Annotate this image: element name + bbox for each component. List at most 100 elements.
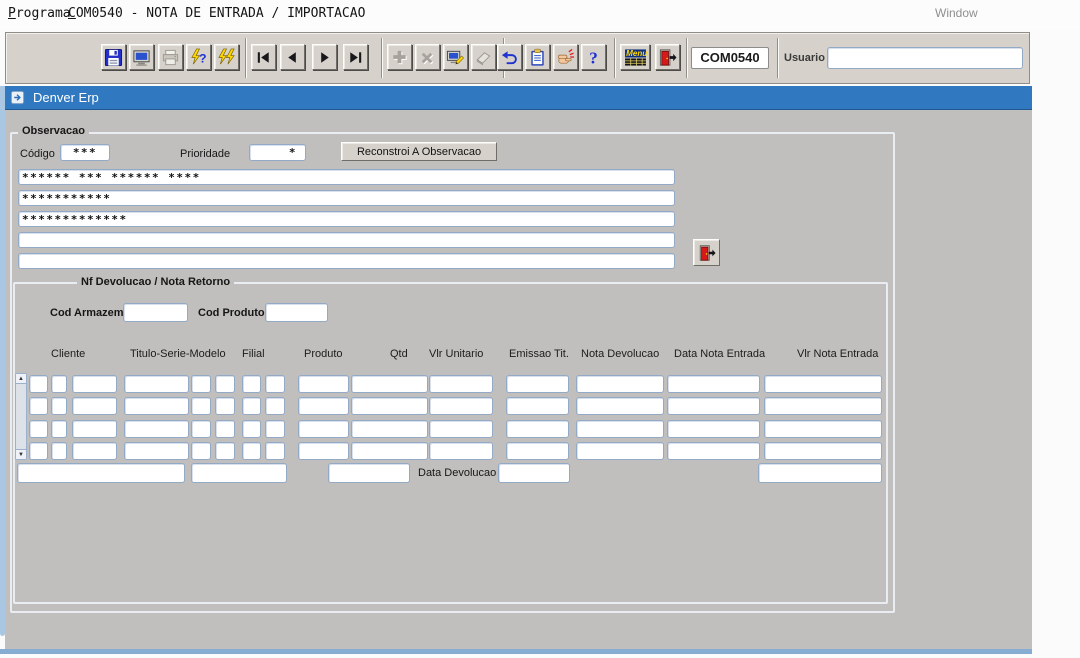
grid-cell-r4-c14[interactable] <box>667 442 760 460</box>
grid-cell-r4-c9[interactable] <box>298 442 349 460</box>
observacao-line-2[interactable] <box>18 190 675 206</box>
undo-button[interactable] <box>497 44 522 70</box>
grid-cell-r3-c11[interactable] <box>429 420 493 438</box>
grid-cell-r4-c3[interactable] <box>72 442 117 460</box>
grid-cell-r4-c5[interactable] <box>191 442 211 460</box>
insert-record-button[interactable] <box>387 44 412 70</box>
first-record-button[interactable] <box>251 44 276 70</box>
next-record-button[interactable] <box>312 44 337 70</box>
grid-cell-r4-c2[interactable] <box>51 442 67 460</box>
grid-cell-r3-c10[interactable] <box>351 420 428 438</box>
grid-cell-r1-c15[interactable] <box>764 375 882 393</box>
reconstroi-observacao-button[interactable]: Reconstroi A Observacao <box>341 142 497 161</box>
menu-button[interactable]: Menu <box>620 44 650 70</box>
grid-cell-r3-c15[interactable] <box>764 420 882 438</box>
menu-programa[interactable]: Programa <box>8 6 71 21</box>
grid-cell-r1-c5[interactable] <box>191 375 211 393</box>
observacao-line-5[interactable] <box>18 253 675 269</box>
footer-field-5[interactable] <box>758 463 882 483</box>
grid-cell-r4-c13[interactable] <box>576 442 664 460</box>
grid-cell-r3-c2[interactable] <box>51 420 67 438</box>
grid-cell-r2-c9[interactable] <box>298 397 349 415</box>
grid-cell-r1-c11[interactable] <box>429 375 493 393</box>
grid-cell-r4-c10[interactable] <box>351 442 428 460</box>
grid-cell-r4-c1[interactable] <box>29 442 48 460</box>
footer-field-1[interactable] <box>17 463 185 483</box>
grid-cell-r4-c8[interactable] <box>265 442 285 460</box>
grid-scrollbar[interactable]: ▲ ▼ <box>15 373 27 460</box>
last-record-button[interactable] <box>343 44 368 70</box>
grid-cell-r1-c10[interactable] <box>351 375 428 393</box>
grid-cell-r3-c4[interactable] <box>124 420 189 438</box>
grid-cell-r1-c6[interactable] <box>215 375 235 393</box>
grid-cell-r1-c2[interactable] <box>51 375 67 393</box>
save-button[interactable] <box>101 44 126 70</box>
observacao-exit-button[interactable] <box>693 239 720 266</box>
grid-cell-r3-c9[interactable] <box>298 420 349 438</box>
grid-cell-r2-c11[interactable] <box>429 397 493 415</box>
footer-field-3[interactable] <box>328 463 410 483</box>
grid-cell-r1-c4[interactable] <box>124 375 189 393</box>
observacao-line-3[interactable] <box>18 211 675 227</box>
grid-cell-r1-c8[interactable] <box>265 375 285 393</box>
grid-cell-r3-c6[interactable] <box>215 420 235 438</box>
grid-cell-r2-c4[interactable] <box>124 397 189 415</box>
menu-window[interactable]: Window <box>935 6 978 20</box>
grid-cell-r3-c12[interactable] <box>506 420 569 438</box>
grid-cell-r3-c7[interactable] <box>242 420 261 438</box>
grid-cell-r4-c15[interactable] <box>764 442 882 460</box>
grid-cell-r4-c7[interactable] <box>242 442 261 460</box>
print-button[interactable] <box>158 44 183 70</box>
codigo-input[interactable] <box>60 144 110 161</box>
hand-cut-button[interactable] <box>553 44 578 70</box>
grid-cell-r2-c12[interactable] <box>506 397 569 415</box>
delete-record-button[interactable] <box>415 44 440 70</box>
grid-cell-r1-c14[interactable] <box>667 375 760 393</box>
prioridade-input[interactable] <box>249 144 306 161</box>
grid-cell-r3-c14[interactable] <box>667 420 760 438</box>
grid-cell-r2-c2[interactable] <box>51 397 67 415</box>
grid-cell-r3-c13[interactable] <box>576 420 664 438</box>
grid-cell-r1-c13[interactable] <box>576 375 664 393</box>
grid-cell-r2-c5[interactable] <box>191 397 211 415</box>
data-devolucao-input[interactable] <box>498 463 570 483</box>
grid-cell-r1-c12[interactable] <box>506 375 569 393</box>
cod-produto-input[interactable] <box>265 303 328 322</box>
grid-cell-r2-c10[interactable] <box>351 397 428 415</box>
enter-query-button[interactable]: ? <box>186 44 211 70</box>
grid-cell-r4-c4[interactable] <box>124 442 189 460</box>
clear-record-button[interactable] <box>471 44 496 70</box>
grid-cell-r2-c1[interactable] <box>29 397 48 415</box>
grid-cell-r3-c3[interactable] <box>72 420 117 438</box>
grid-cell-r2-c13[interactable] <box>576 397 664 415</box>
observacao-line-4[interactable] <box>18 232 675 248</box>
menu-program-title[interactable]: COM0540 - NOTA DE ENTRADA / IMPORTACAO <box>68 6 365 21</box>
scroll-up-button[interactable]: ▲ <box>16 374 26 384</box>
previous-record-button[interactable] <box>280 44 305 70</box>
observacao-line-1[interactable] <box>18 169 675 185</box>
clipboard-button[interactable] <box>525 44 550 70</box>
grid-cell-r2-c6[interactable] <box>215 397 235 415</box>
usuario-input[interactable] <box>827 47 1023 69</box>
edit-record-button[interactable] <box>443 44 468 70</box>
footer-field-2[interactable] <box>191 463 287 483</box>
grid-cell-r1-c7[interactable] <box>242 375 261 393</box>
cod-armazem-input[interactable] <box>123 303 188 322</box>
screen-button[interactable] <box>129 44 154 70</box>
grid-cell-r2-c3[interactable] <box>72 397 117 415</box>
grid-cell-r4-c11[interactable] <box>429 442 493 460</box>
exit-button[interactable] <box>655 44 680 70</box>
grid-cell-r3-c5[interactable] <box>191 420 211 438</box>
grid-cell-r1-c9[interactable] <box>298 375 349 393</box>
grid-cell-r3-c8[interactable] <box>265 420 285 438</box>
grid-cell-r1-c3[interactable] <box>72 375 117 393</box>
help-button[interactable]: ? <box>581 44 606 70</box>
grid-cell-r3-c1[interactable] <box>29 420 48 438</box>
grid-cell-r2-c7[interactable] <box>242 397 261 415</box>
grid-cell-r1-c1[interactable] <box>29 375 48 393</box>
execute-query-button[interactable] <box>214 44 239 70</box>
grid-cell-r2-c15[interactable] <box>764 397 882 415</box>
grid-cell-r2-c14[interactable] <box>667 397 760 415</box>
scroll-down-button[interactable]: ▼ <box>16 449 26 459</box>
grid-cell-r4-c12[interactable] <box>506 442 569 460</box>
